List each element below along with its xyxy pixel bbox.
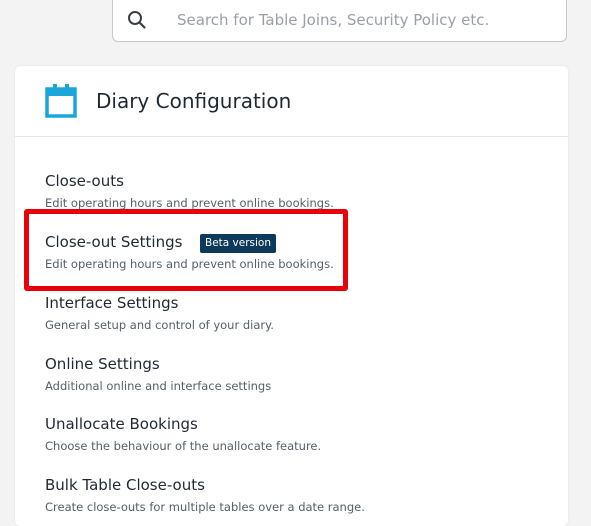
list-item-online-settings[interactable]: Online Settings Additional online and in… xyxy=(45,355,545,405)
item-description: Choose the behaviour of the unallocate f… xyxy=(45,439,322,453)
item-title: Interface Settings xyxy=(45,294,179,312)
item-title: Close-outs xyxy=(45,172,124,190)
list-item-close-outs[interactable]: Close-outs Edit operating hours and prev… xyxy=(45,172,545,222)
item-title: Unallocate Bookings xyxy=(45,415,198,433)
item-title: Online Settings xyxy=(45,355,160,373)
item-description: Edit operating hours and prevent online … xyxy=(45,196,334,210)
search-icon xyxy=(127,10,147,30)
item-description: General setup and control of your diary. xyxy=(45,318,274,332)
list-item-interface-settings[interactable]: Interface Settings General setup and con… xyxy=(45,294,545,344)
item-description: Create close-outs for multiple tables ov… xyxy=(45,500,365,514)
list-item-bulk-table-close-outs[interactable]: Bulk Table Close-outs Create close-outs … xyxy=(45,476,545,526)
list-item-unallocate-bookings[interactable]: Unallocate Bookings Choose the behaviour… xyxy=(45,415,545,465)
calendar-icon xyxy=(45,84,77,118)
diary-configuration-card: Diary Configuration Close-outs Edit oper… xyxy=(15,66,568,526)
search-bar[interactable] xyxy=(112,0,567,42)
item-description: Additional online and interface settings xyxy=(45,379,272,393)
card-header: Diary Configuration xyxy=(15,66,568,137)
beta-badge: Beta version xyxy=(200,234,277,253)
search-input[interactable] xyxy=(177,8,557,32)
card-title: Diary Configuration xyxy=(96,89,292,113)
list-item-close-out-settings[interactable]: Close-out Settings Beta version Edit ope… xyxy=(45,233,545,283)
item-title: Close-out Settings xyxy=(45,233,183,251)
item-description: Edit operating hours and prevent online … xyxy=(45,257,334,271)
item-title: Bulk Table Close-outs xyxy=(45,476,205,494)
